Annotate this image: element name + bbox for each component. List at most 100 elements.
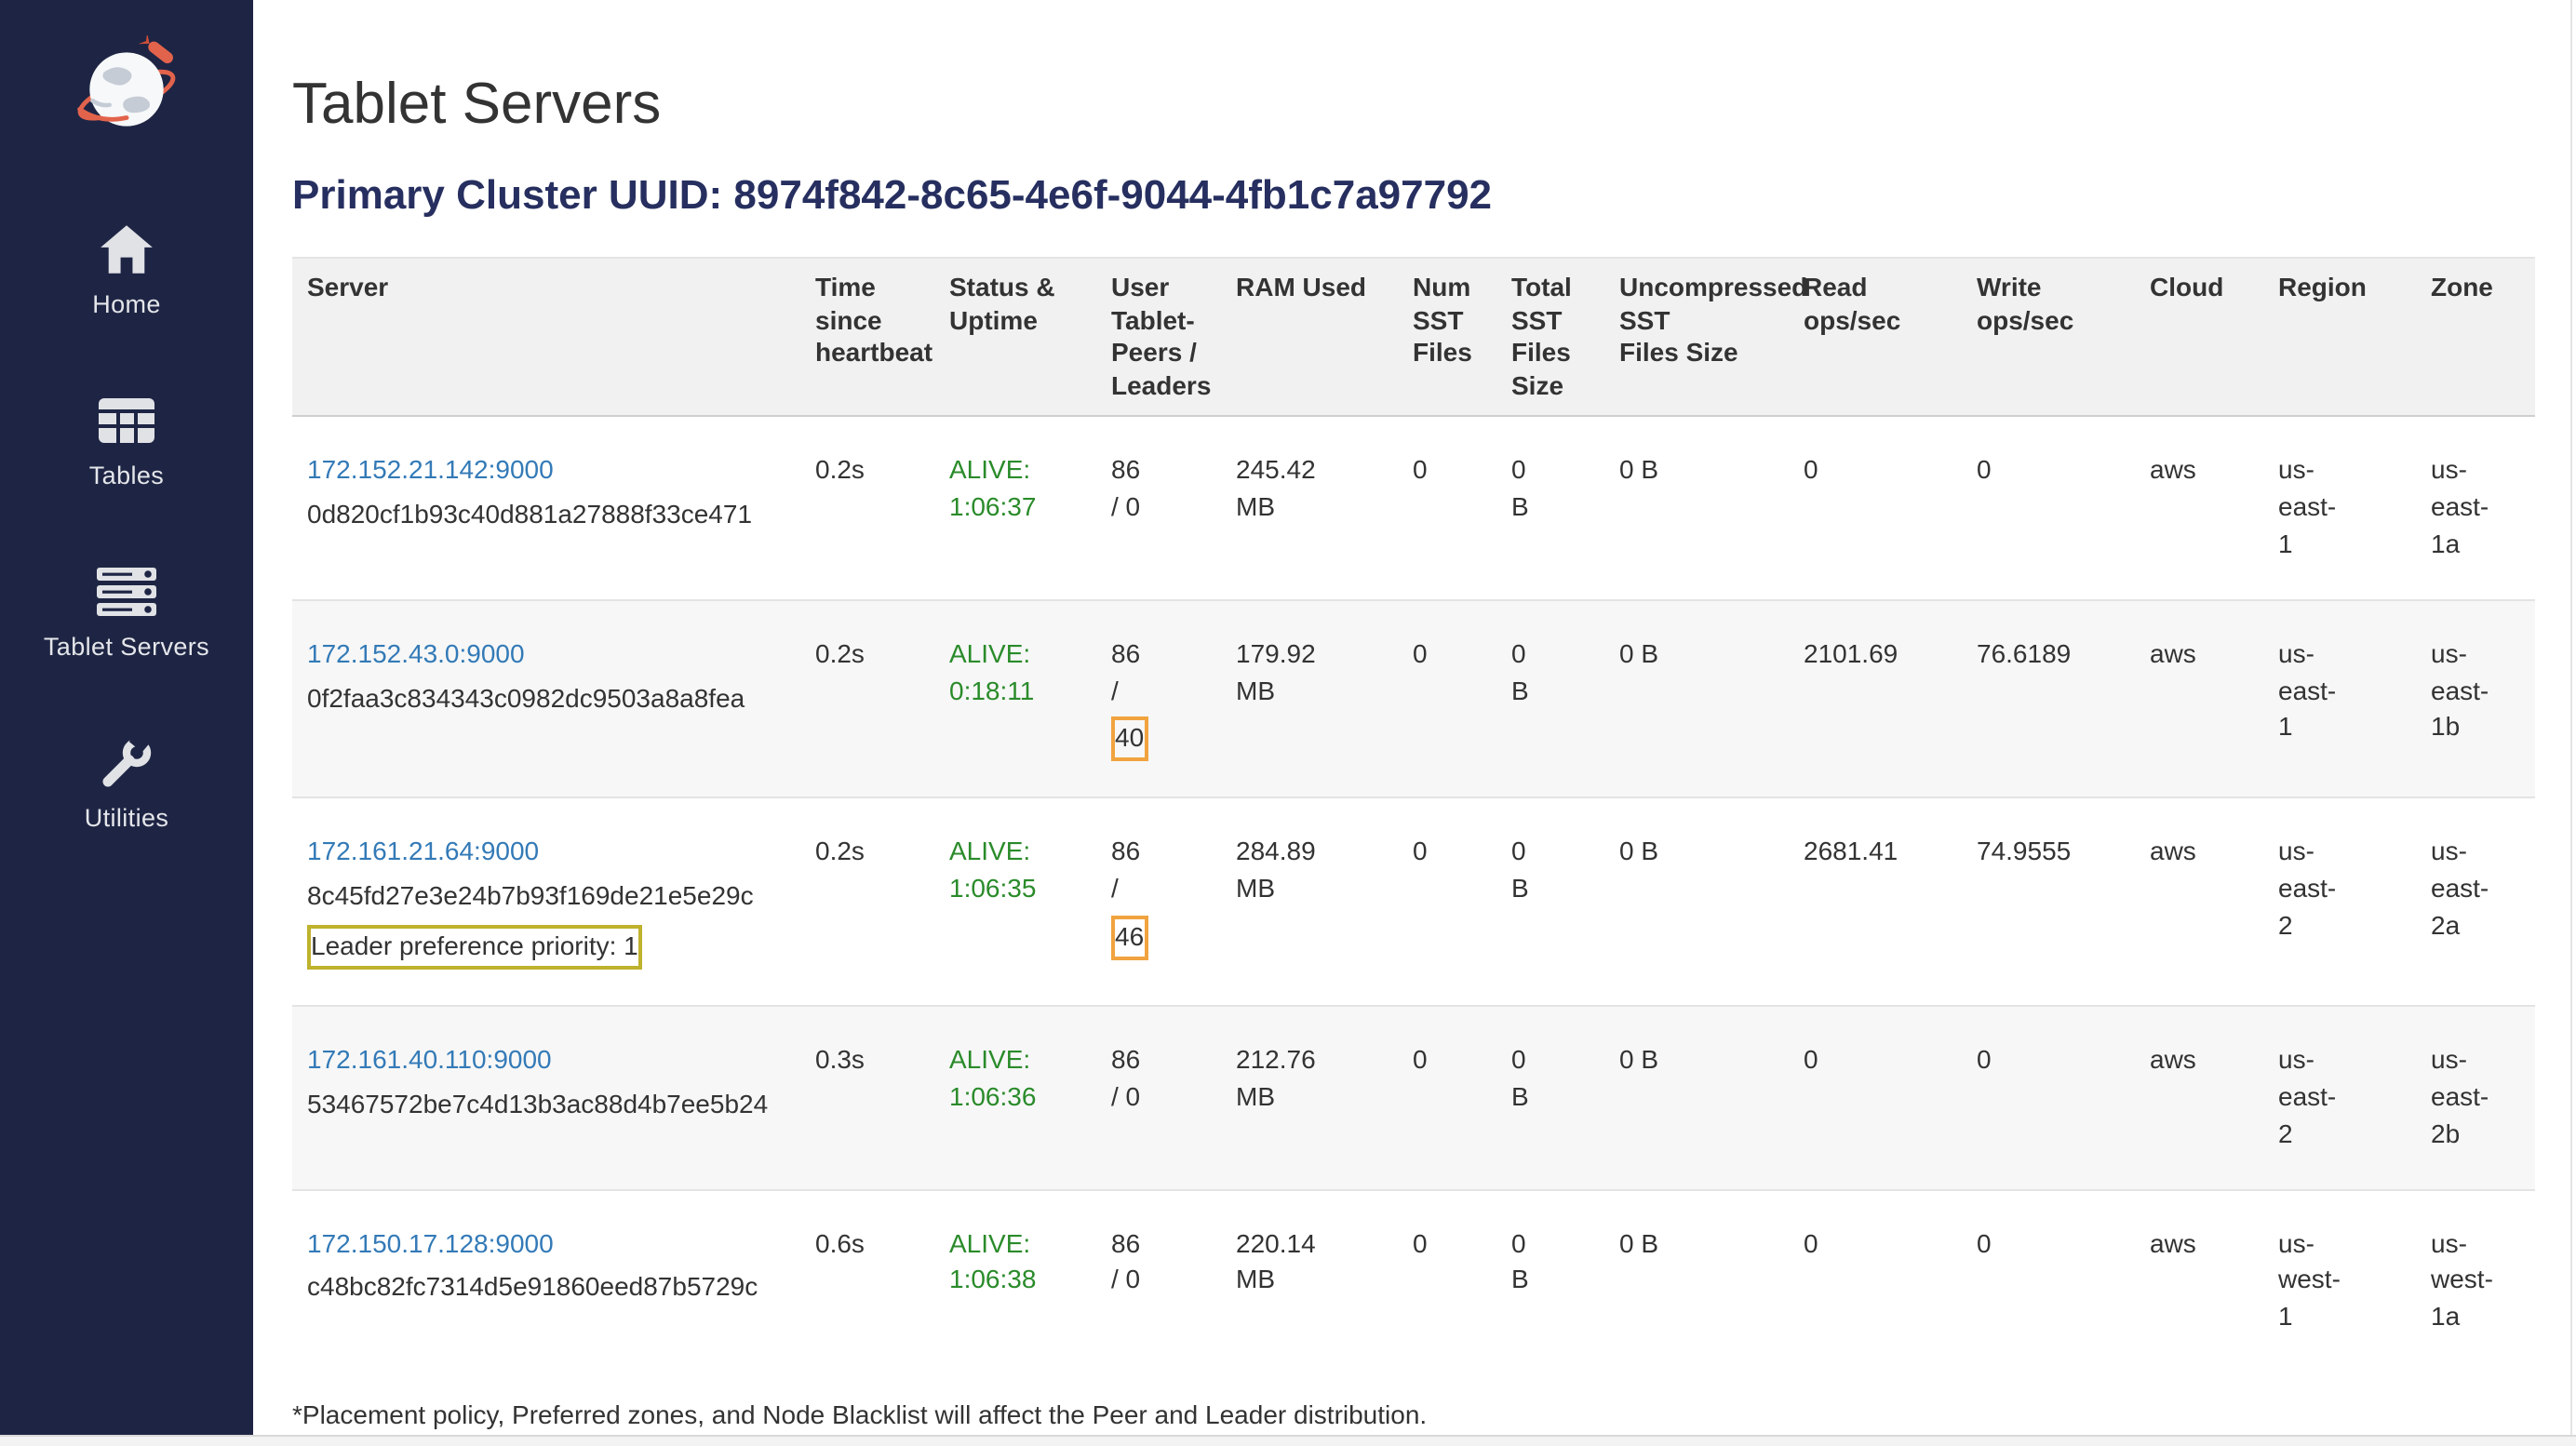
tablet-peers-leaders-cell: 86 / 40 <box>1096 599 1221 797</box>
uncompressed-sst-size-cell: 0 B <box>1604 1189 1789 1372</box>
server-link[interactable]: 172.150.17.128:9000 <box>307 1227 554 1257</box>
cluster-uuid-label: Primary Cluster UUID: <box>292 170 722 217</box>
tablet-peers-leaders-cell: 86 / 0 <box>1096 1189 1221 1372</box>
main-content: Tablet Servers Primary Cluster UUID: 897… <box>253 0 2576 1446</box>
table-row: 172.152.21.142:9000 0d820cf1b93c40d881a2… <box>292 416 2535 599</box>
table-grid-icon <box>97 393 156 449</box>
uncompressed-sst-size-cell: 0 B <box>1604 1006 1789 1189</box>
server-uuid: 0d820cf1b93c40d881a27888f33ce471 <box>307 497 785 534</box>
num-sst-files-cell: 0 <box>1398 416 1496 599</box>
region-cell: us- east- 2 <box>2263 798 2416 1006</box>
page-title: Tablet Servers <box>292 71 2565 137</box>
total-sst-size-cell: 0 B <box>1496 416 1604 599</box>
write-ops-cell: 0 <box>1962 416 2135 599</box>
cloud-cell: aws <box>2135 416 2263 599</box>
window-right-edge <box>2570 0 2572 1446</box>
read-ops-cell: 2681.41 <box>1789 798 1962 1006</box>
tablet-servers-table: Server Time since heartbeat Status & Upt… <box>292 257 2535 1372</box>
server-cell: 172.152.21.142:9000 0d820cf1b93c40d881a2… <box>292 416 800 599</box>
num-sst-files-cell: 0 <box>1398 1006 1496 1189</box>
sidebar-item-label: Tablet Servers <box>44 633 209 661</box>
ram-used-cell: 284.89 MB <box>1221 798 1398 1006</box>
read-ops-cell: 0 <box>1789 1189 1962 1372</box>
column-header-ram-used: RAM Used <box>1221 258 1398 416</box>
heartbeat-cell: 0.2s <box>800 798 934 1006</box>
ram-used-cell: 220.14 MB <box>1221 1189 1398 1372</box>
region-cell: us- west- 1 <box>2263 1189 2416 1372</box>
app-window: Home Tables <box>0 0 2576 1446</box>
tablet-peers-leaders-cell: 86 / 46 <box>1096 798 1221 1006</box>
server-uuid: 0f2faa3c834343c0982dc9503a8a8fea <box>307 680 785 717</box>
uncompressed-sst-size-cell: 0 B <box>1604 416 1789 599</box>
ram-used-cell: 245.42 MB <box>1221 416 1398 599</box>
server-link[interactable]: 172.161.21.64:9000 <box>307 837 539 866</box>
leader-preference-badge: Leader preference priority: 1 <box>307 925 642 970</box>
table-row: 172.152.43.0:9000 0f2faa3c834343c0982dc9… <box>292 599 2535 797</box>
heartbeat-cell: 0.6s <box>800 1189 934 1372</box>
server-uuid: 53467572be7c4d13b3ac88d4b7ee5b24 <box>307 1087 785 1124</box>
cloud-cell: aws <box>2135 798 2263 1006</box>
zone-cell: us- east- 1b <box>2416 599 2535 797</box>
write-ops-cell: 0 <box>1962 1189 2135 1372</box>
server-cell: 172.152.43.0:9000 0f2faa3c834343c0982dc9… <box>292 599 800 797</box>
wrench-icon <box>101 735 153 791</box>
table-row: 172.161.21.64:9000 8c45fd27e3e24b7b93f16… <box>292 798 2535 1006</box>
uncompressed-sst-size-cell: 0 B <box>1604 798 1789 1006</box>
uncompressed-sst-size-cell: 0 B <box>1604 599 1789 797</box>
sidebar-nav: Home Tables <box>44 221 209 906</box>
server-cell: 172.161.21.64:9000 8c45fd27e3e24b7b93f16… <box>292 798 800 1006</box>
yugabytedb-logo[interactable] <box>73 35 181 143</box>
cloud-cell: aws <box>2135 1006 2263 1189</box>
peers-value: 86 / <box>1111 637 1140 704</box>
zone-cell: us- east- 1a <box>2416 416 2535 599</box>
peers-value: 86 / <box>1111 837 1140 904</box>
tablet-peers-leaders-cell: 86 / 0 <box>1096 1006 1221 1189</box>
num-sst-files-cell: 0 <box>1398 599 1496 797</box>
sidebar-item-tablet-servers[interactable]: Tablet Servers <box>44 564 209 661</box>
server-stack-icon <box>95 564 158 620</box>
read-ops-cell: 0 <box>1789 1006 1962 1189</box>
server-uuid: 8c45fd27e3e24b7b93f169de21e5e29c <box>307 878 785 916</box>
cluster-uuid-heading: Primary Cluster UUID: 8974f842-8c65-4e6f… <box>292 170 2565 220</box>
server-cell: 172.150.17.128:9000 c48bc82fc7314d5e9186… <box>292 1189 800 1372</box>
server-link[interactable]: 172.152.43.0:9000 <box>307 637 525 667</box>
zone-cell: us- east- 2a <box>2416 798 2535 1006</box>
sidebar: Home Tables <box>0 0 253 1437</box>
cluster-uuid-value: 8974f842-8c65-4e6f-9044-4fb1c7a97792 <box>733 170 1492 217</box>
column-header-read-ops: Read ops/sec <box>1789 258 1962 416</box>
column-header-uncompressed-sst-size: Uncompressed SST Files Size <box>1604 258 1789 416</box>
window-bottom-edge <box>0 1435 2576 1446</box>
total-sst-size-cell: 0 B <box>1496 599 1604 797</box>
cloud-cell: aws <box>2135 1189 2263 1372</box>
num-sst-files-cell: 0 <box>1398 798 1496 1006</box>
sidebar-item-label: Tables <box>89 462 164 489</box>
cloud-cell: aws <box>2135 599 2263 797</box>
heartbeat-cell: 0.2s <box>800 599 934 797</box>
column-header-region: Region <box>2263 258 2416 416</box>
server-link[interactable]: 172.161.40.110:9000 <box>307 1044 552 1074</box>
table-row: 172.150.17.128:9000 c48bc82fc7314d5e9186… <box>292 1189 2535 1372</box>
region-cell: us- east- 1 <box>2263 416 2416 599</box>
server-uuid: c48bc82fc7314d5e91860eed87b5729c <box>307 1270 785 1307</box>
read-ops-cell: 2101.69 <box>1789 599 1962 797</box>
status-uptime-cell: ALIVE: 1:06:37 <box>934 416 1096 599</box>
sidebar-item-tables[interactable]: Tables <box>89 393 164 489</box>
column-header-zone: Zone <box>2416 258 2535 416</box>
column-header-total-sst-size: Total SST Files Size <box>1496 258 1604 416</box>
status-uptime-cell: ALIVE: 1:06:38 <box>934 1189 1096 1372</box>
ram-used-cell: 179.92 MB <box>1221 599 1398 797</box>
num-sst-files-cell: 0 <box>1398 1189 1496 1372</box>
status-uptime-cell: ALIVE: 1:06:36 <box>934 1006 1096 1189</box>
total-sst-size-cell: 0 B <box>1496 1006 1604 1189</box>
total-sst-size-cell: 0 B <box>1496 1189 1604 1372</box>
server-link[interactable]: 172.152.21.142:9000 <box>307 454 554 484</box>
column-header-num-sst-files: Num SST Files <box>1398 258 1496 416</box>
column-header-heartbeat: Time since heartbeat <box>800 258 934 416</box>
status-uptime-cell: ALIVE: 0:18:11 <box>934 599 1096 797</box>
leaders-highlight-box: 46 <box>1111 916 1147 960</box>
column-header-write-ops: Write ops/sec <box>1962 258 2135 416</box>
ram-used-cell: 212.76 MB <box>1221 1006 1398 1189</box>
region-cell: us- east- 2 <box>2263 1006 2416 1189</box>
sidebar-item-home[interactable]: Home <box>92 221 161 318</box>
sidebar-item-utilities[interactable]: Utilities <box>85 735 169 832</box>
